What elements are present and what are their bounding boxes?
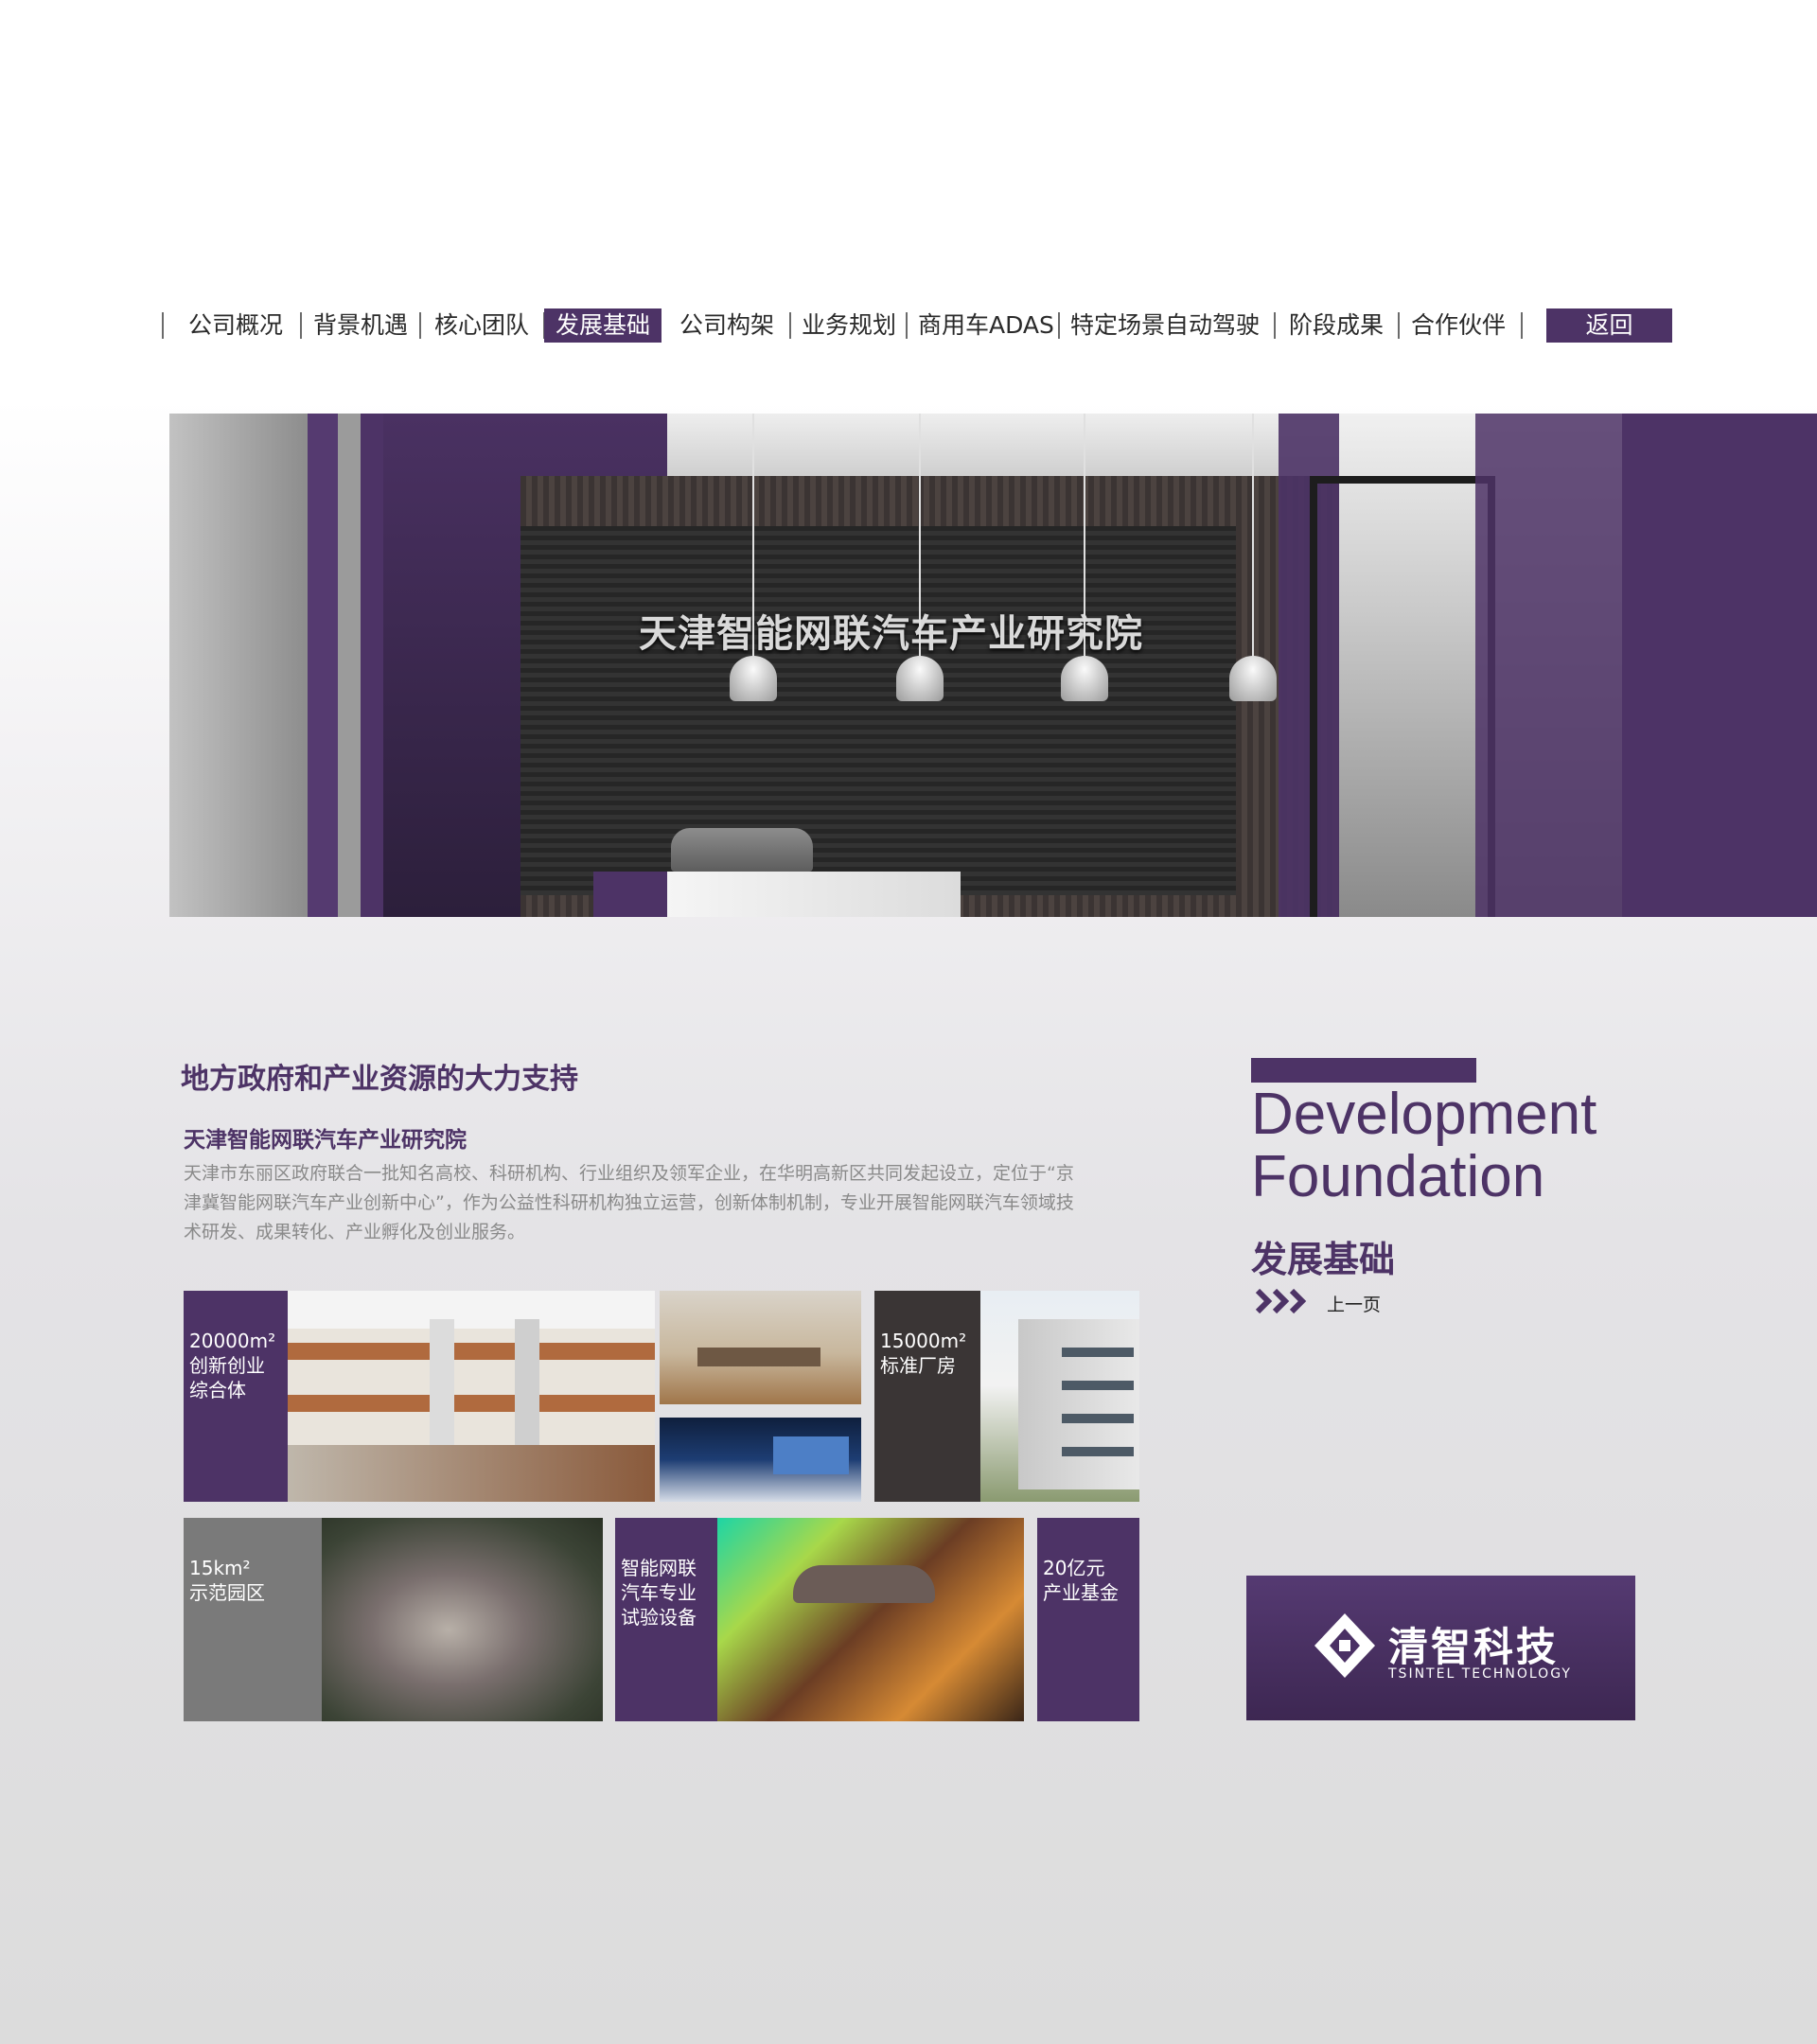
nav-item-business-plan[interactable]: 业务规划	[802, 308, 896, 343]
top-nav: 公司概况 背景机遇 核心团队 发展基础 公司构架 业务规划 商用车ADAS 特定…	[162, 308, 1676, 346]
nav-separator	[300, 312, 302, 339]
pendant-lamp	[730, 656, 777, 701]
exhibition-photo	[660, 1418, 861, 1502]
nav-item-commercial-adas[interactable]: 商用车ADAS	[918, 308, 1054, 343]
section-subheading: 天津智能网联汽车产业研究院	[184, 1128, 467, 1153]
nav-separator	[1058, 312, 1060, 339]
nav-separator	[1274, 312, 1276, 339]
nav-item-autonomous-driving[interactable]: 特定场景自动驾驶	[1070, 308, 1260, 343]
prev-page-link[interactable]: 上一页	[1327, 1291, 1381, 1316]
nav-item-company-structure[interactable]: 公司构架	[679, 308, 774, 343]
section-heading: 地方政府和产业资源的大力支持	[181, 1063, 578, 1096]
section-body-text: 天津市东丽区政府联合一批知名高校、科研机构、行业组织及领军企业，在华明高新区共同…	[184, 1163, 1074, 1242]
pendant-lamp	[1061, 656, 1108, 701]
tile-campus-label: 20000m² 创新创业 综合体	[184, 1291, 288, 1502]
aerial-park-photo	[322, 1518, 603, 1721]
nav-separator	[789, 312, 791, 339]
nav-item-milestones[interactable]: 阶段成果	[1289, 308, 1384, 343]
nav-separator	[1521, 312, 1523, 339]
nav-separator	[906, 312, 908, 339]
tile-factory-label: 15000m² 标准厂房	[874, 1291, 980, 1502]
driving-simulator-photo	[717, 1518, 1024, 1721]
chevrons-icon[interactable]	[1254, 1287, 1313, 1315]
page-title-en-line1: Development	[1251, 1082, 1597, 1147]
tile-demo-zone-label: 15km² 示范园区	[184, 1518, 322, 1721]
reception-wall	[520, 526, 1236, 895]
back-button[interactable]: 返回	[1546, 308, 1672, 343]
tile-equipment-label: 智能网联 汽车专业 试验设备	[615, 1518, 717, 1721]
office-photo	[660, 1291, 861, 1404]
pendant-lamp	[1229, 656, 1277, 701]
logo-name-cn: 清智科技	[1388, 1624, 1560, 1670]
pendant-lamp	[896, 656, 944, 701]
nav-item-core-team[interactable]: 核心团队	[434, 308, 529, 343]
company-logo: 清智科技 TSINTEL TECHNOLOGY	[1246, 1576, 1635, 1720]
hero-banner-image: 天津智能网联汽车产业研究院	[169, 414, 1817, 917]
nav-item-partners[interactable]: 合作伙伴	[1411, 308, 1506, 343]
page-title-en: Development Foundation	[1251, 1084, 1596, 1208]
nav-item-background[interactable]: 背景机遇	[313, 308, 408, 343]
tsintel-logo-icon	[1314, 1613, 1375, 1678]
tile-fund-label: 20亿元 产业基金	[1037, 1518, 1139, 1721]
logo-name-en: TSINTEL TECHNOLOGY	[1388, 1666, 1572, 1682]
factory-building-photo	[980, 1291, 1139, 1502]
accent-bar	[1251, 1058, 1476, 1083]
nav-item-company-overview[interactable]: 公司概况	[188, 308, 283, 343]
glass-door	[1310, 476, 1495, 917]
page-title-en-line2: Foundation	[1251, 1144, 1545, 1209]
page-title-cn: 发展基础	[1251, 1239, 1396, 1280]
nav-item-development-foundation[interactable]: 发展基础	[544, 308, 662, 343]
reception-sign-text: 天津智能网联汽车产业研究院	[639, 612, 1143, 656]
nav-separator	[1398, 312, 1400, 339]
reception-desk	[667, 872, 961, 917]
atrium-photo	[288, 1291, 655, 1502]
nav-separator	[419, 312, 421, 339]
nav-separator	[162, 312, 164, 339]
